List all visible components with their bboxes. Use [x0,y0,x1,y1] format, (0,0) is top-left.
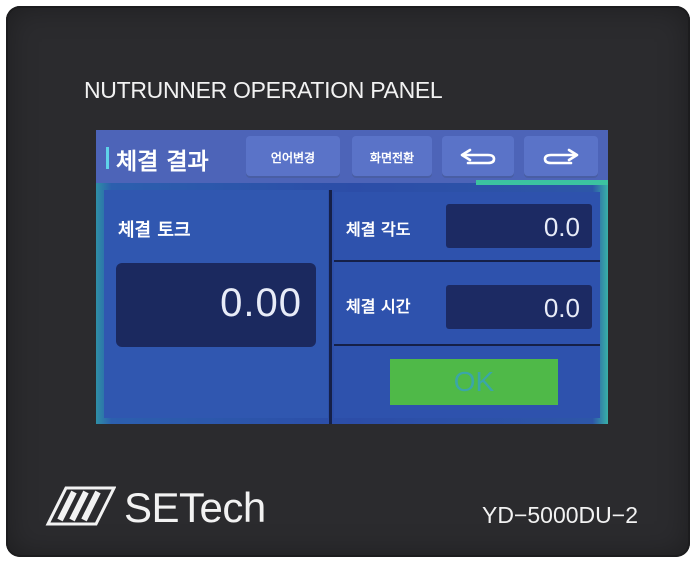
panel-title: NUTRUNNER OPERATION PANEL [84,77,443,103]
ok-button[interactable]: OK [390,359,558,405]
section-divider [329,190,332,424]
time-display: 0.0 [446,285,592,329]
screen-title: 체결 결과 [116,149,209,175]
touch-screen: 체결 결과 언어변경 화면전환 체결 토크 0.00 체결 각도 0.0 체결 … [96,130,608,424]
arrow-left-return-icon [456,145,500,169]
screen-header: 체결 결과 언어변경 화면전환 [96,130,608,183]
header-accent-bar [106,147,109,169]
time-value: 0.0 [543,293,580,323]
header-highlight-line [476,180,608,185]
ok-button-label: OK [453,366,495,397]
back-button[interactable] [442,136,514,178]
brand-logo: SETech [44,482,266,534]
forward-button[interactable] [524,136,598,178]
screen-switch-label: 화면전환 [369,150,415,165]
screen-switch-button[interactable]: 화면전환 [352,136,432,178]
angle-value: 0.0 [543,212,580,242]
angle-label: 체결 각도 [346,220,411,239]
language-change-label: 언어변경 [270,150,316,165]
torque-value: 0.00 [220,281,302,325]
language-change-button[interactable]: 언어변경 [246,136,340,178]
arrow-right-return-icon [539,145,583,169]
brand-name: SETech [124,484,266,531]
torque-label: 체결 토크 [118,220,191,241]
torque-display: 0.00 [116,263,316,347]
setech-logo-icon [44,482,117,534]
time-label: 체결 시간 [346,297,411,316]
angle-display: 0.0 [446,204,592,248]
model-number: YD−5000DU−2 [482,502,638,528]
